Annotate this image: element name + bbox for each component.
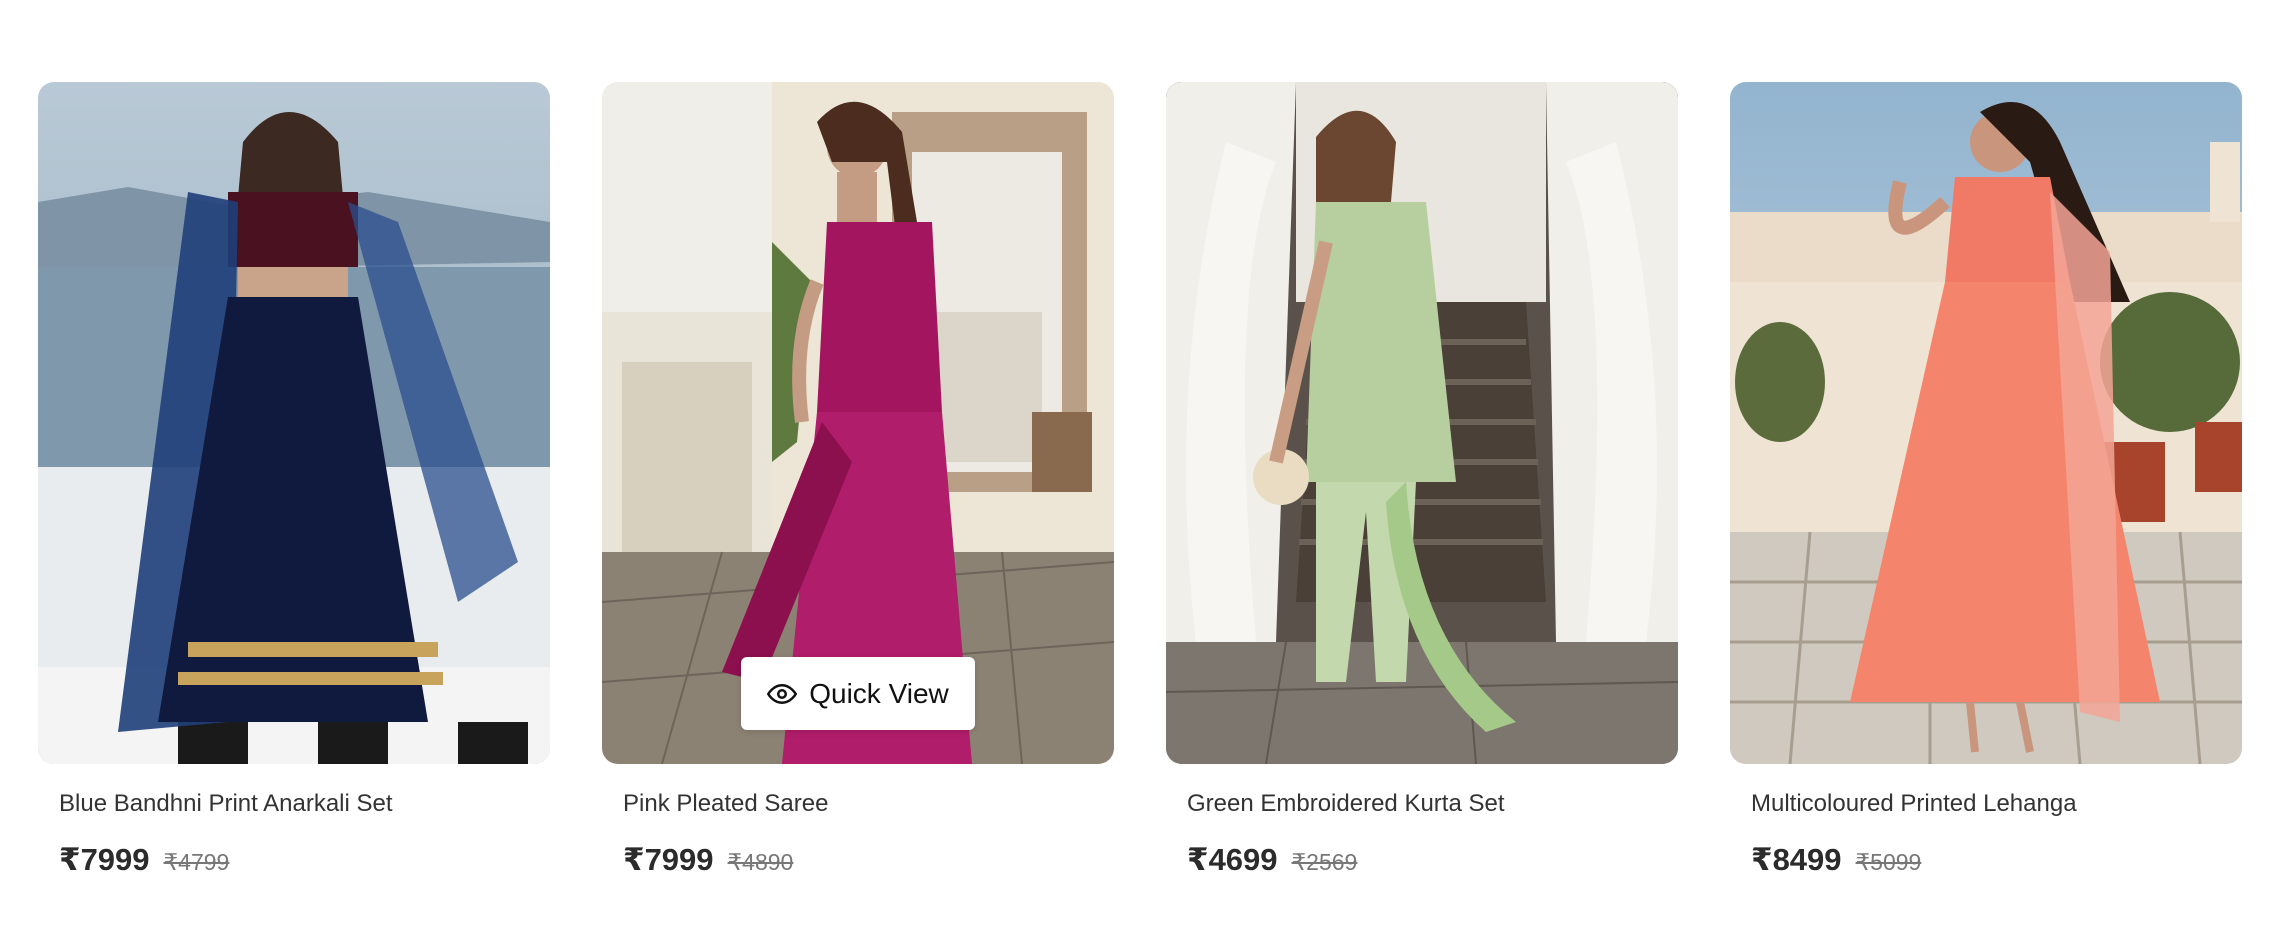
product-title[interactable]: Pink Pleated Saree bbox=[623, 790, 1114, 818]
price-row: ₹7999 ₹4890 bbox=[623, 842, 1114, 878]
price-row: ₹4699 ₹2569 bbox=[1187, 842, 1678, 878]
original-price: ₹4890 bbox=[727, 849, 794, 875]
original-price: ₹5099 bbox=[1855, 849, 1922, 875]
product-grid: Blue Bandhni Print Anarkali Set ₹7999 ₹4… bbox=[38, 82, 2242, 878]
sale-price: ₹4699 bbox=[1187, 842, 1278, 877]
quick-view-label: Quick View bbox=[809, 677, 949, 709]
product-photo bbox=[38, 82, 550, 764]
product-image[interactable]: Quick View bbox=[602, 82, 1114, 764]
product-title[interactable]: Blue Bandhni Print Anarkali Set bbox=[59, 790, 550, 818]
product-photo bbox=[1730, 82, 2242, 764]
quick-view-button[interactable]: Quick View bbox=[741, 657, 975, 730]
product-title[interactable]: Multicoloured Printed Lehanga bbox=[1751, 790, 2242, 818]
price-row: ₹8499 ₹5099 bbox=[1751, 842, 2242, 878]
product-image[interactable] bbox=[1166, 82, 1678, 764]
product-image[interactable] bbox=[38, 82, 550, 764]
sale-price: ₹7999 bbox=[623, 842, 714, 877]
original-price: ₹4799 bbox=[163, 849, 230, 875]
product-card[interactable]: Green Embroidered Kurta Set ₹4699 ₹2569 bbox=[1166, 82, 1678, 878]
product-card[interactable]: Quick View Pink Pleated Saree ₹7999 ₹489… bbox=[602, 82, 1114, 878]
product-title[interactable]: Green Embroidered Kurta Set bbox=[1187, 790, 1678, 818]
price-row: ₹7999 ₹4799 bbox=[59, 842, 550, 878]
product-card[interactable]: Blue Bandhni Print Anarkali Set ₹7999 ₹4… bbox=[38, 82, 550, 878]
sale-price: ₹8499 bbox=[1751, 842, 1842, 877]
product-card[interactable]: Multicoloured Printed Lehanga ₹8499 ₹509… bbox=[1730, 82, 2242, 878]
original-price: ₹2569 bbox=[1291, 849, 1358, 875]
product-image[interactable] bbox=[1730, 82, 2242, 764]
eye-icon bbox=[767, 683, 798, 704]
sale-price: ₹7999 bbox=[59, 842, 150, 877]
product-photo bbox=[1166, 82, 1678, 764]
